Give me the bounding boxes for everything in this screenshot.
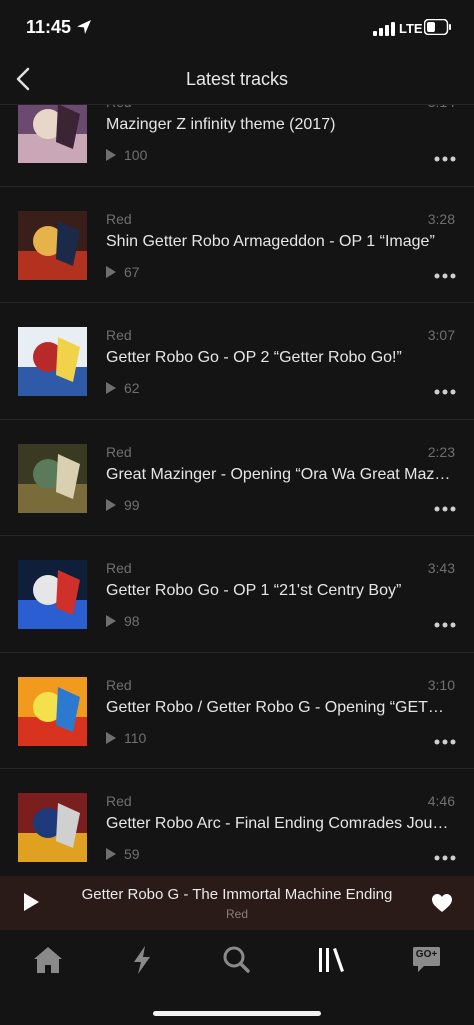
network-type: LTE: [399, 21, 423, 36]
play-count: 110: [106, 730, 146, 746]
battery-icon: [424, 19, 451, 35]
track-row[interactable]: Red 2:23 Great Mazinger - Opening “Ora W…: [0, 420, 474, 536]
track-artwork: [18, 210, 87, 280]
track-title: Shin Getter Robo Armageddon - OP 1 “Imag…: [106, 232, 435, 250]
more-options-icon[interactable]: [434, 273, 456, 279]
play-count-value: 98: [124, 613, 140, 629]
track-title: Great Mazinger - Opening “Ora Wa Great M…: [106, 465, 452, 483]
track-duration: 3:10: [427, 676, 455, 693]
play-count: 98: [106, 613, 140, 629]
play-count-value: 100: [124, 147, 148, 163]
track-artist: Red: [106, 327, 132, 343]
play-count-icon: [106, 265, 116, 278]
track-artwork: [18, 793, 87, 862]
track-title: Getter Robo Go - OP 1 “21'st Centry Boy”: [106, 582, 402, 599]
track-artist: Red: [106, 793, 132, 809]
track-title: Getter Robo / Getter Robo G - Opening “G…: [106, 698, 452, 716]
more-options-icon[interactable]: [434, 506, 456, 512]
library-icon[interactable]: [311, 944, 351, 976]
home-indicator: [153, 1011, 321, 1016]
track-list[interactable]: Red 3:14 Mazinger Z infinity theme (2017…: [0, 105, 474, 876]
track-duration: 3:28: [427, 210, 455, 227]
now-playing-title: Getter Robo G - The Immortal Machine End…: [81, 886, 393, 903]
tab-bar: GO+: [0, 930, 474, 1025]
track-duration: 3:14: [428, 105, 455, 110]
track-artist: Red: [106, 443, 132, 460]
header: Latest tracks: [0, 56, 474, 105]
location-arrow-icon: [77, 20, 91, 34]
heart-icon[interactable]: [431, 893, 453, 913]
track-row[interactable]: Red 3:28 Shin Getter Robo Armageddon - O…: [0, 187, 474, 303]
more-options-icon[interactable]: [434, 739, 456, 745]
home-icon[interactable]: [28, 944, 68, 976]
more-options-icon[interactable]: [434, 622, 456, 628]
play-count: 62: [106, 380, 140, 396]
track-duration: 3:07: [427, 327, 455, 343]
play-count-value: 99: [124, 496, 140, 513]
play-count-value: 67: [124, 263, 140, 280]
track-artist: Red: [106, 560, 132, 576]
more-options-icon[interactable]: [434, 156, 456, 162]
play-count: 99: [106, 497, 140, 513]
track-row[interactable]: Red 4:46 Getter Robo Arc - Final Ending …: [0, 769, 474, 876]
track-artist: Red: [106, 210, 132, 227]
play-count-value: 110: [124, 729, 147, 746]
play-count: 67: [106, 264, 140, 280]
track-duration: 4:46: [427, 793, 455, 809]
play-count: 100: [106, 147, 147, 163]
track-title: Mazinger Z infinity theme (2017): [106, 116, 336, 133]
mini-player[interactable]: Getter Robo G - The Immortal Machine End…: [0, 876, 474, 930]
play-count: 59: [106, 846, 140, 862]
track-row[interactable]: Red 3:43 Getter Robo Go - OP 1 “21'st Ce…: [0, 536, 474, 653]
track-artwork: [18, 676, 87, 746]
play-count-icon: [106, 615, 116, 627]
more-options-icon[interactable]: [434, 855, 456, 861]
track-row[interactable]: Red 3:10 Getter Robo / Getter Robo G - O…: [0, 653, 474, 769]
page-title: Latest tracks: [185, 69, 289, 89]
track-title: Getter Robo Arc - Final Ending Comrades …: [106, 815, 452, 832]
track-artist: Red: [106, 105, 132, 110]
track-duration: 3:43: [427, 560, 455, 576]
play-count-icon: [106, 382, 116, 394]
more-options-icon[interactable]: [434, 389, 456, 395]
track-artwork: [18, 443, 87, 513]
track-artwork: [18, 560, 87, 629]
track-artist: Red: [106, 676, 132, 693]
track-title: Getter Robo Go - OP 2 “Getter Robo Go!”: [106, 349, 402, 366]
go-plus-tab[interactable]: GO+: [406, 944, 446, 976]
play-count-icon: [106, 731, 116, 744]
play-count-icon: [106, 848, 116, 860]
search-icon[interactable]: [217, 944, 257, 976]
track-row[interactable]: Red 3:07 Getter Robo Go - OP 2 “Getter R…: [0, 303, 474, 420]
signal-icon: [373, 22, 395, 36]
track-duration: 2:23: [427, 443, 455, 460]
track-artwork: [18, 105, 87, 163]
track-row[interactable]: Red 3:14 Mazinger Z infinity theme (2017…: [0, 105, 474, 187]
track-artwork: [18, 327, 87, 396]
play-count-icon: [106, 149, 116, 161]
now-playing-artist: Red: [225, 907, 248, 921]
status-bar: 11:45 LTE: [0, 0, 474, 56]
go-plus-label: GO+: [415, 949, 438, 960]
play-count-value: 62: [124, 380, 140, 396]
play-count-icon: [106, 498, 116, 511]
play-count-value: 59: [124, 846, 140, 862]
status-time: 11:45: [26, 17, 72, 37]
lightning-icon[interactable]: [122, 944, 162, 976]
